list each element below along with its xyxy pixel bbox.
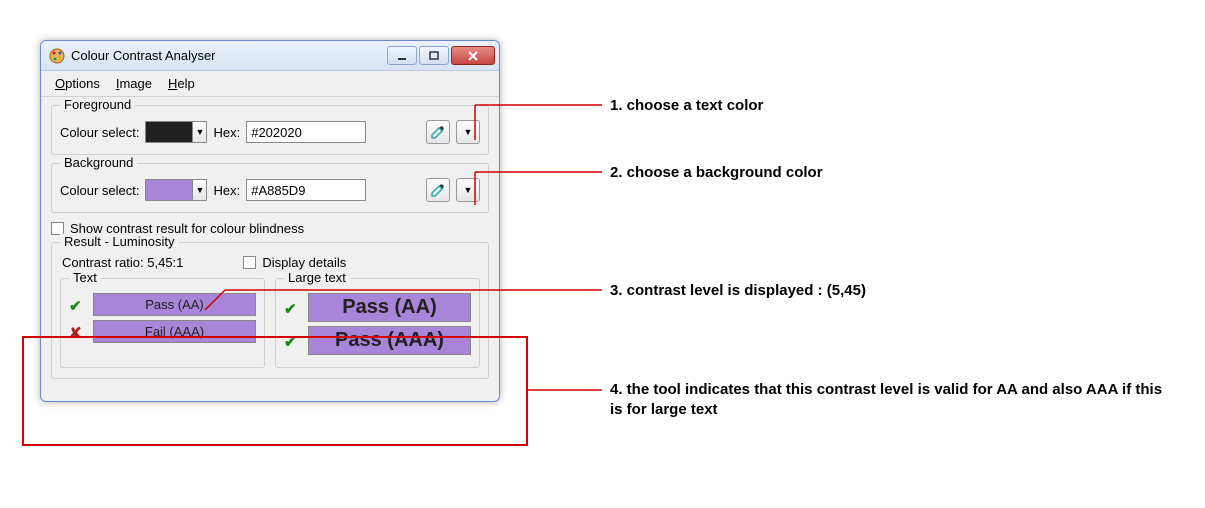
window-buttons xyxy=(387,46,495,65)
fg-colour-select-label: Colour select: xyxy=(60,125,139,140)
fg-hex-label: Hex: xyxy=(213,125,240,140)
eyedropper-icon xyxy=(430,182,446,198)
fg-swatch xyxy=(146,122,192,142)
minimize-button[interactable] xyxy=(387,46,417,65)
bg-colour-select-label: Colour select: xyxy=(60,183,139,198)
app-icon xyxy=(49,48,65,64)
result-group: Result - Luminosity Contrast ratio: 5,45… xyxy=(51,242,489,379)
app-window: Colour Contrast Analyser Options Image H… xyxy=(40,40,500,402)
menu-options[interactable]: Options xyxy=(49,74,106,93)
menu-help[interactable]: Help xyxy=(162,74,201,93)
large-text-subgroup: Large text ✔ Pass (AA) ✔ Pass (AAA) xyxy=(275,278,480,368)
bg-hex-label: Hex: xyxy=(213,183,240,198)
contrast-ratio-label: Contrast ratio: 5,45:1 xyxy=(62,255,183,270)
fg-eyedropper-button[interactable] xyxy=(426,120,450,144)
maximize-button[interactable] xyxy=(419,46,449,65)
chevron-down-icon[interactable]: ▼ xyxy=(192,122,206,142)
titlebar[interactable]: Colour Contrast Analyser xyxy=(41,41,499,71)
menubar: Options Image Help xyxy=(41,71,499,97)
large-aaa-result: Pass (AAA) xyxy=(308,326,471,355)
fg-colour-swatch-button[interactable]: ▼ xyxy=(145,121,207,143)
background-group-label: Background xyxy=(60,155,137,170)
chevron-down-icon: ▼ xyxy=(464,127,473,137)
check-icon: ✔ xyxy=(69,297,85,313)
text-aa-result: Pass (AA) xyxy=(93,293,256,316)
eyedropper-icon xyxy=(430,124,446,140)
chevron-down-icon[interactable]: ▼ xyxy=(192,180,206,200)
large-aa-result: Pass (AA) xyxy=(308,293,471,322)
window-body: Foreground Colour select: ▼ Hex: ▼ xyxy=(41,97,499,401)
display-details-checkbox[interactable] xyxy=(243,256,256,269)
fg-dropdown-button[interactable]: ▼ xyxy=(456,120,480,144)
large-text-subgroup-label: Large text xyxy=(284,270,350,285)
fg-hex-input[interactable] xyxy=(246,121,366,143)
text-subgroup-label: Text xyxy=(69,270,101,285)
check-icon: ✔ xyxy=(284,300,300,316)
bg-swatch xyxy=(146,180,192,200)
annotation-4: 4. the tool indicates that this contrast… xyxy=(610,380,1170,421)
bg-hex-input[interactable] xyxy=(246,179,366,201)
text-subgroup: Text ✔ Pass (AA) ✘ Fail (AAA) xyxy=(60,278,265,368)
cross-icon: ✘ xyxy=(69,324,85,340)
foreground-group-label: Foreground xyxy=(60,97,135,112)
text-aaa-result: Fail (AAA) xyxy=(93,320,256,343)
check-icon: ✔ xyxy=(284,333,300,349)
annotation-2: 2. choose a background color xyxy=(610,163,823,183)
window-title: Colour Contrast Analyser xyxy=(71,48,387,63)
menu-image[interactable]: Image xyxy=(110,74,158,93)
annotation-3: 3. contrast level is displayed : (5,45) xyxy=(610,281,866,301)
foreground-group: Foreground Colour select: ▼ Hex: ▼ xyxy=(51,105,489,155)
bg-dropdown-button[interactable]: ▼ xyxy=(456,178,480,202)
bg-eyedropper-button[interactable] xyxy=(426,178,450,202)
close-button[interactable] xyxy=(451,46,495,65)
chevron-down-icon: ▼ xyxy=(464,185,473,195)
background-group: Background Colour select: ▼ Hex: ▼ xyxy=(51,163,489,213)
bg-colour-swatch-button[interactable]: ▼ xyxy=(145,179,207,201)
annotation-1: 1. choose a text color xyxy=(610,96,763,116)
result-group-label: Result - Luminosity xyxy=(60,234,179,249)
display-details-label: Display details xyxy=(262,255,346,270)
